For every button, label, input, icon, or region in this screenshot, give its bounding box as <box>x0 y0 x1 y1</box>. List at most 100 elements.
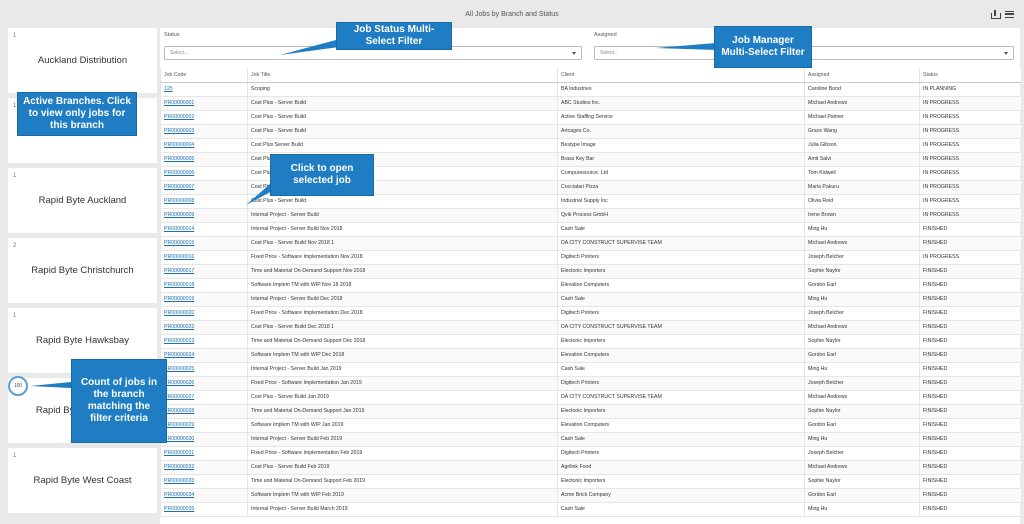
table-row[interactable]: PR00000031 Fixed Price - Software Impleme… <box>160 446 1021 461</box>
table-row[interactable]: PR00000025 Internal Project - Server Buil… <box>160 362 1021 377</box>
table-row[interactable]: PR00000030 Internal Project - Server Buil… <box>160 432 1021 447</box>
share-icon[interactable] <box>991 10 1001 19</box>
column-header-assigned[interactable]: Assigned <box>804 68 920 83</box>
table-row[interactable]: PR00000023 Time and Material On-Demand Su… <box>160 334 1021 349</box>
table-row[interactable]: PR00000028 Time and Material On-Demand Su… <box>160 404 1021 419</box>
callout-manager-filter: Job Manager Multi-Select Filter <box>714 26 812 68</box>
cell-job-code[interactable]: PR00000017 <box>160 264 248 279</box>
cell-assigned: Amit Salvi <box>804 152 920 167</box>
table-row[interactable]: PR00000026 Fixed Price - Software Impleme… <box>160 376 1021 391</box>
cell-job-title: Fixed Price - Software Implementation Fe… <box>247 446 558 461</box>
cell-job-code[interactable]: PR00000004 <box>160 138 248 153</box>
table-row[interactable]: PR00000002 Cost Plus - Server Build Active… <box>160 110 1021 125</box>
branch-tile-rapid-byte-auckland[interactable]: 1 Rapid Byte Auckland <box>8 168 157 233</box>
cell-job-title: Software Implem TM with WIP Jan 2019 <box>247 418 558 433</box>
table-row[interactable]: PR00000016 Fixed Price - Software Impleme… <box>160 250 1021 265</box>
cell-job-code[interactable]: PR00000032 <box>160 460 248 475</box>
cell-assigned: Gordon Earl <box>804 278 920 293</box>
cell-assigned: Gordon Earl <box>804 418 920 433</box>
chevron-down-icon <box>1004 52 1008 55</box>
cell-job-title: Cost Plus - Server Build <box>247 194 558 209</box>
column-header-status[interactable]: Status <box>919 68 1021 83</box>
cell-job-code[interactable]: PR00000028 <box>160 404 248 419</box>
title-bar: All Jobs by Branch and Status <box>0 0 1024 28</box>
cell-job-code[interactable]: PR00000009 <box>160 208 248 223</box>
cell-job-code[interactable]: PR00000023 <box>160 334 248 349</box>
cell-job-title: Internal Project - Server Build Feb 2019 <box>247 432 558 447</box>
cell-assigned: Sophie Naylor <box>804 404 920 419</box>
cell-job-code[interactable]: PR00000035 <box>160 502 248 517</box>
column-header-job-title[interactable]: Job Title <box>247 68 558 83</box>
cell-assigned: Ming Hu <box>804 432 920 447</box>
cell-job-code[interactable]: 125 <box>160 82 248 97</box>
cell-status: FINISHED <box>919 390 1021 405</box>
cell-job-title: Cost Plus - Server Build Dec 2018 1 <box>247 320 558 335</box>
table-row[interactable]: PR00000001 Cost Plus - Server Build ABC St… <box>160 96 1021 111</box>
cell-job-code[interactable]: PR00000033 <box>160 474 248 489</box>
table-row[interactable]: PR00000020 Fixed Price - Software Impleme… <box>160 306 1021 321</box>
cell-client: Electonic Importers <box>557 334 805 349</box>
table-row[interactable]: PR00000019 Internal Project - Server Buil… <box>160 292 1021 307</box>
cell-client: Cash Sale <box>557 292 805 307</box>
cell-job-code[interactable]: PR00000034 <box>160 488 248 503</box>
cell-job-code[interactable]: PR00000027 <box>160 390 248 405</box>
cell-job-code[interactable]: PR00000030 <box>160 432 248 447</box>
table-row[interactable]: PR00000004 Cost Plus Server Build Bestype … <box>160 138 1021 153</box>
cell-job-code[interactable]: PR00000014 <box>160 222 248 237</box>
table-row[interactable]: PR00000015 Cost Plus - Server Build Nov 2… <box>160 236 1021 251</box>
cell-job-title: Cost Plus - Server Build Feb 2019 <box>247 460 558 475</box>
table-row[interactable]: PR00000018 Software Implem TM with WIP No… <box>160 278 1021 293</box>
table-row[interactable]: PR00000014 Internal Project - Server Buil… <box>160 222 1021 237</box>
table-row[interactable]: PR00000017 Time and Material On-Demand Su… <box>160 264 1021 279</box>
cell-client: Acme Brick Company <box>557 488 805 503</box>
cell-job-code[interactable]: PR00000022 <box>160 320 248 335</box>
cell-client: BA Industries <box>557 82 805 97</box>
cell-job-code[interactable]: PR00000025 <box>160 362 248 377</box>
cell-job-code[interactable]: PR00000031 <box>160 446 248 461</box>
table-row[interactable]: PR00000033 Time and Material On-Demand Su… <box>160 474 1021 489</box>
assigned-filter-label: Assigned <box>594 32 617 38</box>
branch-tile-rapid-byte-west-coast[interactable]: 1 Rapid Byte West Coast <box>8 448 157 513</box>
cell-client: ABC Studios Inc. <box>557 96 805 111</box>
table-row[interactable]: PR00000029 Software Implem TM with WIP Ja… <box>160 418 1021 433</box>
cell-job-code[interactable]: PR00000016 <box>160 250 248 265</box>
cell-job-code[interactable]: PR00000015 <box>160 236 248 251</box>
table-row[interactable]: PR00000027 Cost Plus - Server Build Jan 2… <box>160 390 1021 405</box>
cell-job-code[interactable]: PR00000024 <box>160 348 248 363</box>
cell-job-title: Time and Material On-Demand Support Feb … <box>247 474 558 489</box>
table-row[interactable]: PR00000022 Cost Plus - Server Build Dec 2… <box>160 320 1021 335</box>
column-header-client[interactable]: Client <box>557 68 805 83</box>
cell-job-title: Internal Project - Server Build Jan 2019 <box>247 362 558 377</box>
cell-job-code[interactable]: PR00000020 <box>160 306 248 321</box>
cell-status: FINISHED <box>919 334 1021 349</box>
cell-job-code[interactable]: PR00000019 <box>160 292 248 307</box>
cell-job-title: Software Implem TM with WIP Dec 2018 <box>247 348 558 363</box>
table-row[interactable]: PR00000003 Cost Plus - Server Build Artcag… <box>160 124 1021 139</box>
assigned-select-placeholder: Select... <box>600 50 619 56</box>
jobs-table: Job Code Job Title Client Assigned Statu… <box>160 68 1021 517</box>
cell-job-code[interactable]: PR00000003 <box>160 124 248 139</box>
cell-job-code[interactable]: PR00000006 <box>160 166 248 181</box>
cell-job-code[interactable]: PR00000018 <box>160 278 248 293</box>
table-row[interactable]: 125 Scoping BA Industries Caroline Bond IN P… <box>160 82 1021 97</box>
cell-job-code[interactable]: PR00000001 <box>160 96 248 111</box>
cell-job-code[interactable]: PR00000029 <box>160 418 248 433</box>
cell-job-code[interactable]: PR00000007 <box>160 180 248 195</box>
cell-job-code[interactable]: PR00000008 <box>160 194 248 209</box>
table-row[interactable]: PR00000008 Cost Plus - Server Build Indust… <box>160 194 1021 209</box>
cell-assigned: Gordon Earl <box>804 348 920 363</box>
branch-tile-auckland-distribution[interactable]: 1 Auckland Distribution <box>8 28 157 93</box>
branch-tile-rapid-byte-christchurch[interactable]: 2 Rapid Byte Christchurch <box>8 238 157 303</box>
column-header-job-code[interactable]: Job Code <box>160 68 248 83</box>
table-row[interactable]: PR00000009 Internal Project - Server Buil… <box>160 208 1021 223</box>
cell-job-code[interactable]: PR00000026 <box>160 376 248 391</box>
table-row[interactable]: PR00000024 Software Implem TM with WIP De… <box>160 348 1021 363</box>
cell-job-code[interactable]: PR00000005 <box>160 152 248 167</box>
table-row[interactable]: PR00000035 Internal Project - Server Buil… <box>160 502 1021 517</box>
table-row[interactable]: PR00000034 Software Implem TM with WIP Fe… <box>160 488 1021 503</box>
cell-assigned: Joseph Belcher <box>804 446 920 461</box>
table-row[interactable]: PR00000032 Cost Plus - Server Build Feb 2… <box>160 460 1021 475</box>
cell-client: Digitech Printers <box>557 376 805 391</box>
hamburger-menu-icon[interactable] <box>1005 10 1014 18</box>
cell-job-code[interactable]: PR00000002 <box>160 110 248 125</box>
